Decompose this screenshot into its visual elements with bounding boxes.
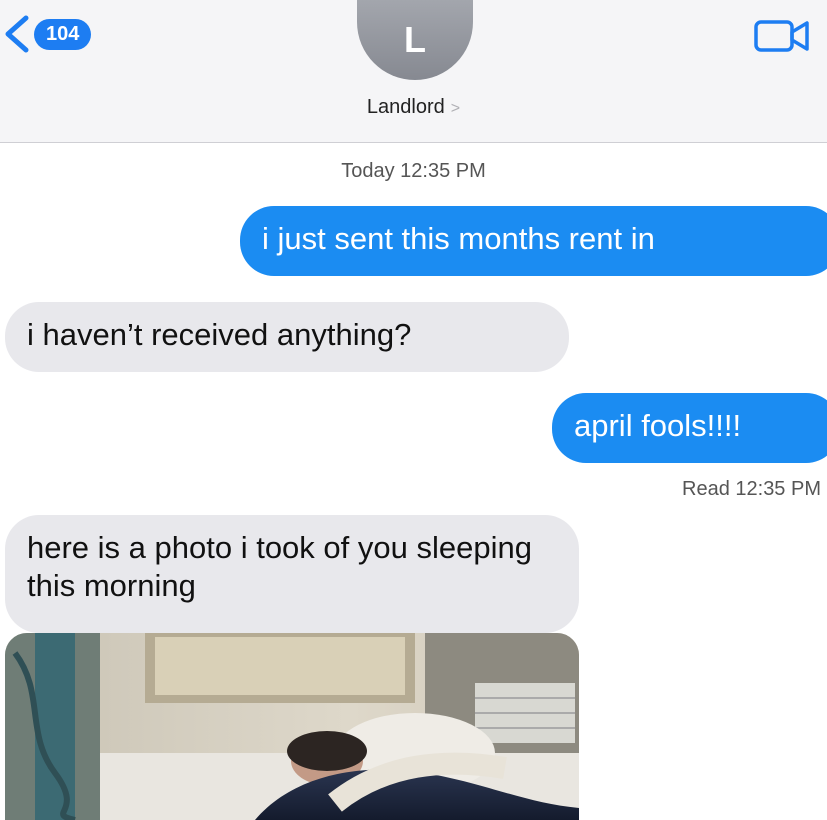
video-camera-icon[interactable] (752, 14, 812, 58)
message-timestamp: Today 12:35 PM (341, 160, 486, 182)
received-message-bubble[interactable]: here is a photo i took of you sleeping t… (5, 515, 579, 633)
avatar[interactable]: L (357, 0, 473, 80)
contact-name-link[interactable]: Landlord > (0, 96, 827, 119)
avatar-initial: L (404, 19, 426, 60)
chevron-left-icon (5, 15, 29, 53)
unread-count-badge: 104 (34, 18, 92, 50)
sent-message-bubble[interactable]: april fools!!!! (552, 393, 827, 463)
chevron-right-icon: > (450, 100, 461, 117)
contact-name: Landlord (366, 96, 445, 118)
conversation-header: 104 L Landlord > (0, 0, 827, 143)
back-button[interactable]: 104 (2, 14, 92, 54)
photo-attachment[interactable] (5, 633, 579, 820)
read-receipt: Read 12:35 PM (682, 478, 821, 500)
received-message-bubble[interactable]: i haven’t received anything? (5, 302, 569, 372)
sent-message-bubble[interactable]: i just sent this months rent in (240, 206, 827, 276)
sleeping-photo-image (5, 633, 579, 820)
